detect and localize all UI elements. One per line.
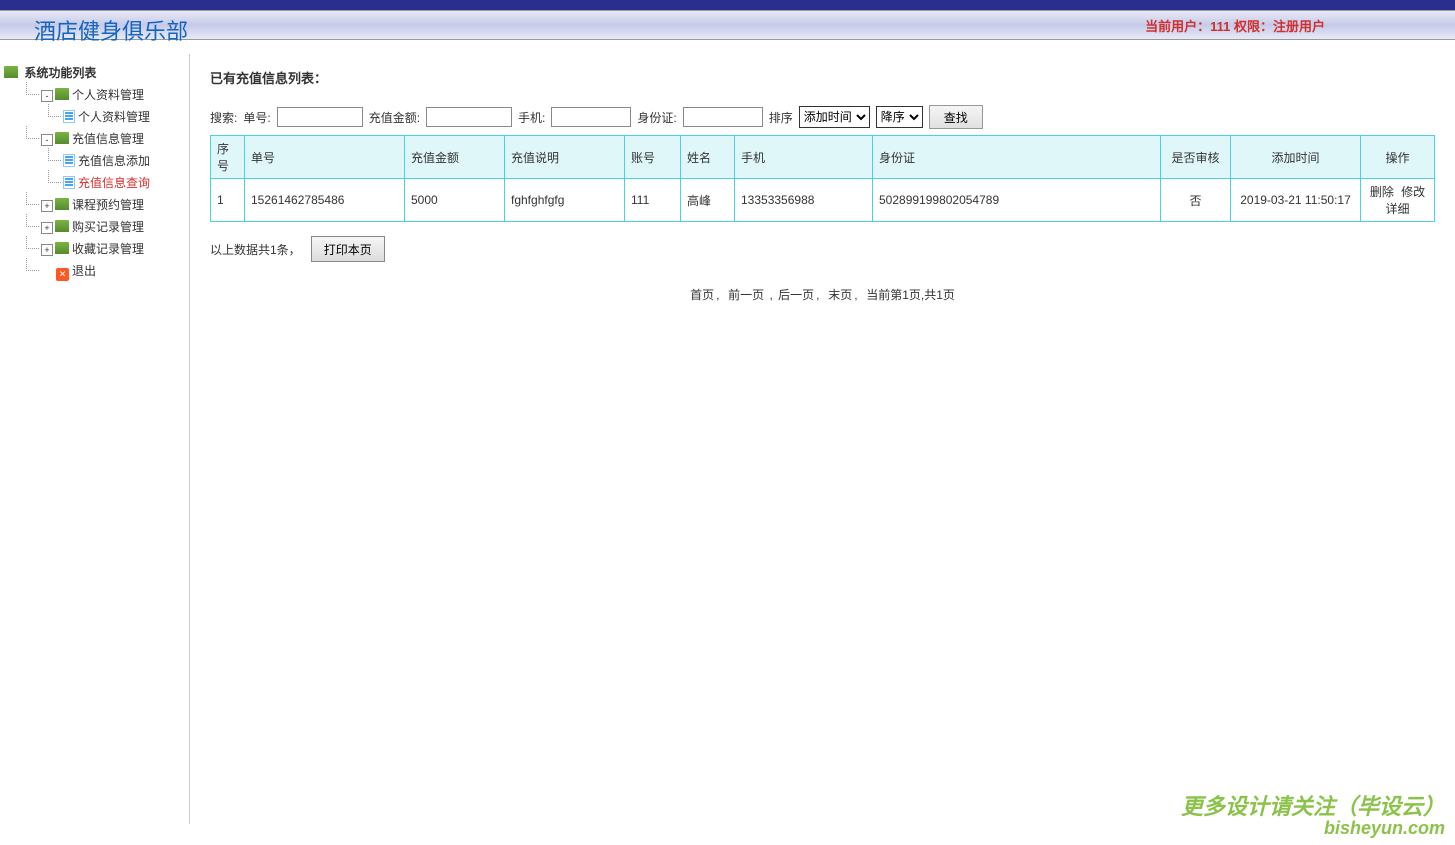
pager-prev[interactable]: 前一页 [728,288,764,302]
main-content: 已有充值信息列表： 搜索: 单号: 充值金额: 手机: 身份证: 排序 添加时间… [190,54,1455,824]
pager-last[interactable]: 末页 [828,288,852,302]
collapse-icon[interactable]: - [41,134,53,146]
folder-icon [55,242,69,254]
table-header-cell: 充值说明 [505,136,625,179]
tree-root-item[interactable]: 系统功能列表 -个人资料管理个人资料管理-充值信息管理充值信息添加充值信息查询+… [4,62,185,282]
expand-icon[interactable]: + [41,200,53,212]
sidebar: 系统功能列表 -个人资料管理个人资料管理-充值信息管理充值信息添加充值信息查询+… [0,54,190,824]
sort-field-select[interactable]: 添加时间 [799,106,870,128]
amount-label: 充值金额: [369,109,420,126]
pager: 首页, 前一页 , 后一页, 末页, 当前第1页,共1页 [210,286,1435,303]
order-no-input[interactable] [277,107,363,127]
document-icon [63,154,75,167]
idcard-input[interactable] [683,107,763,127]
delete-link[interactable]: 删除 [1370,185,1394,199]
pager-next[interactable]: 后一页 [778,288,814,302]
table-header-cell: 单号 [245,136,405,179]
sidebar-group-label: 个人资料管理 [72,88,144,102]
app-title: 酒店健身俱乐部 [34,14,188,46]
pager-first[interactable]: 首页 [690,288,714,302]
table-header-cell: 姓名 [681,136,735,179]
table-cell: 否 [1161,179,1231,222]
sidebar-group-label: 购买记录管理 [72,220,144,234]
table-header-cell: 充值金额 [405,136,505,179]
phone-label: 手机: [518,109,545,126]
table-cell: fghfghfgfg [505,179,625,222]
table-header-cell: 序号 [211,136,245,179]
document-icon [63,176,75,189]
list-title: 已有充值信息列表： [210,68,1435,87]
table-cell: 5000 [405,179,505,222]
title-bar: 酒店健身俱乐部 [0,14,1455,38]
table-header-cell: 身份证 [873,136,1161,179]
phone-input[interactable] [551,107,631,127]
sidebar-group[interactable]: -个人资料管理个人资料管理 [26,84,185,128]
table-ops-cell: 删除 修改详细 [1361,179,1435,222]
table-cell: 高峰 [681,179,735,222]
sidebar-group[interactable]: + 购买记录管理 [26,216,185,238]
table-header-cell: 添加时间 [1231,136,1361,179]
table-header-cell: 账号 [625,136,681,179]
sidebar-exit-label: 退出 [72,264,96,278]
sidebar-item-label: 充值信息查询 [78,176,150,190]
amount-input[interactable] [426,107,512,127]
table-cell: 111 [625,179,681,222]
sidebar-group[interactable]: + 收藏记录管理 [26,238,185,260]
sidebar-group[interactable]: + 课程预约管理 [26,194,185,216]
tree-root-label: 系统功能列表 [24,66,96,80]
idcard-label: 身份证: [637,109,676,126]
folder-icon [4,66,18,78]
sidebar-item[interactable]: 充值信息查询 [48,172,185,194]
document-icon [63,110,75,123]
print-button[interactable]: 打印本页 [311,236,385,262]
table-cell: 502899199802054789 [873,179,1161,222]
expand-icon[interactable]: + [41,244,53,256]
exit-icon: ✕ [56,268,69,281]
sidebar-group-label: 充值信息管理 [72,132,144,146]
detail-link[interactable]: 详细 [1385,202,1409,216]
table-header-cell: 手机 [735,136,873,179]
header-stripe [0,0,1455,10]
expand-icon[interactable]: + [41,222,53,234]
sidebar-group[interactable]: - 充值信息管理充值信息添加充值信息查询 [26,128,185,194]
table-row: 1152614627854865000fghfghfgfg111高峰133533… [211,179,1435,222]
sidebar-group-label: 课程预约管理 [72,198,144,212]
folder-icon [55,132,69,144]
sidebar-exit[interactable]: ✕退出 [26,260,185,282]
sidebar-item-label: 充值信息添加 [78,154,150,168]
table-cell: 2019-03-21 11:50:17 [1231,179,1361,222]
order-no-label: 单号: [243,109,270,126]
sidebar-item[interactable]: 个人资料管理 [48,106,185,128]
folder-icon [55,220,69,232]
sidebar-group-label: 收藏记录管理 [72,242,144,256]
folder-icon [55,88,69,100]
table-cell: 13353356988 [735,179,873,222]
sort-label: 排序 [769,109,793,126]
table-cell: 15261462785486 [245,179,405,222]
sidebar-item[interactable]: 充值信息添加 [48,150,185,172]
folder-icon [55,198,69,210]
search-label: 搜索: [210,109,237,126]
sidebar-item-label: 个人资料管理 [78,110,150,124]
search-bar: 搜索: 单号: 充值金额: 手机: 身份证: 排序 添加时间 降序 查找 [210,105,1435,129]
table-body: 1152614627854865000fghfghfgfg111高峰133533… [211,179,1435,222]
edit-link[interactable]: 修改 [1401,185,1425,199]
table-header-cell: 操作 [1361,136,1435,179]
table-header-cell: 是否审核 [1161,136,1231,179]
pager-status: 当前第1页,共1页 [866,288,955,302]
collapse-icon[interactable]: - [41,90,53,102]
summary-text: 以上数据共1条， [210,241,301,258]
sort-dir-select[interactable]: 降序 [876,106,923,128]
table-cell: 1 [211,179,245,222]
table-header-row: 序号单号充值金额充值说明账号姓名手机身份证是否审核添加时间操作 [211,136,1435,179]
data-table: 序号单号充值金额充值说明账号姓名手机身份证是否审核添加时间操作 11526146… [210,135,1435,222]
find-button[interactable]: 查找 [929,105,983,129]
